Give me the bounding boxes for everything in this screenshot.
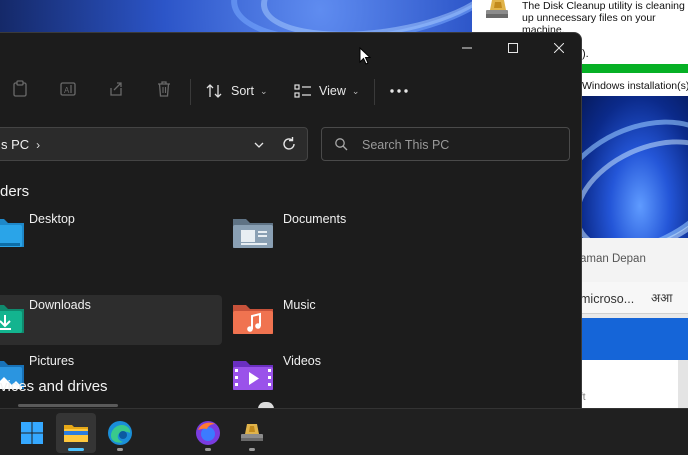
folder-videos[interactable]: Videos — [232, 351, 464, 401]
more-options-button[interactable] — [389, 79, 409, 103]
folder-label: Pictures — [29, 354, 75, 368]
folder-label: Desktop — [29, 212, 75, 226]
browser-banner — [580, 318, 688, 360]
taskbar — [0, 408, 688, 455]
browser-hero-image — [580, 96, 688, 238]
maximize-button[interactable] — [490, 33, 536, 63]
folder-label: Downloads — [29, 298, 91, 312]
folder-label: Documents — [283, 212, 347, 226]
minimize-button[interactable] — [444, 33, 490, 63]
cleanup-status-text: Windows installation(s) — [582, 80, 688, 92]
edge-icon — [108, 421, 132, 445]
minimize-icon — [462, 47, 472, 49]
maximize-icon — [508, 43, 518, 53]
taskbar-edge[interactable] — [100, 413, 140, 453]
cleanup-progress-bar — [582, 64, 688, 73]
folder-music[interactable]: Music — [232, 295, 464, 345]
start-button[interactable] — [12, 413, 52, 453]
close-button[interactable] — [536, 33, 581, 63]
running-app-indicator — [205, 448, 211, 451]
breadcrumb-this-pc[interactable]: s PC — [1, 137, 29, 152]
file-explorer-icon — [64, 425, 88, 442]
rename-icon: A — [60, 82, 76, 96]
toolbar-divider — [374, 79, 375, 105]
browser-address-text[interactable]: microso... — [580, 292, 634, 306]
trash-icon — [158, 81, 170, 97]
folders-section-heading: ders — [0, 183, 30, 200]
search-icon — [335, 138, 348, 151]
file-explorer-window: A Sort ⌄ View ⌄ s PC › ders — [0, 32, 582, 408]
more-icon — [390, 89, 408, 93]
folder-desktop[interactable]: Desktop — [0, 209, 222, 259]
view-button[interactable]: View ⌄ — [294, 79, 359, 103]
address-bar[interactable]: s PC › — [0, 127, 308, 161]
taskbar-firefox[interactable] — [188, 413, 228, 453]
cleanup-text-fragment: ). — [582, 48, 589, 60]
sort-icon — [206, 84, 222, 98]
toolbar-divider — [190, 79, 191, 105]
browser-content — [580, 360, 688, 408]
disk-cleanup-icon — [486, 0, 508, 18]
chevron-right-icon[interactable]: › — [36, 138, 40, 152]
devices-section-heading: vices and drives — [0, 378, 108, 395]
cleanup-message: The Disk Cleanup utility is cleaning up … — [522, 0, 685, 36]
read-aloud-icon[interactable]: अआ — [651, 289, 672, 306]
active-app-indicator — [68, 448, 84, 451]
view-label: View — [319, 84, 346, 98]
disk-cleanup-icon — [241, 424, 263, 441]
documents-folder-icon — [233, 219, 273, 248]
running-app-indicator — [117, 448, 123, 451]
sort-button[interactable]: Sort ⌄ — [206, 79, 267, 103]
browser-tab-label[interactable]: aman Depan — [580, 253, 646, 265]
taskbar-empty-slot[interactable] — [144, 413, 184, 453]
paste-button[interactable] — [10, 79, 30, 99]
taskbar-file-explorer[interactable] — [56, 413, 96, 453]
share-icon — [110, 82, 122, 96]
music-folder-icon — [233, 305, 273, 334]
paste-icon — [13, 80, 27, 97]
desktop-folder-icon — [0, 219, 24, 247]
close-icon — [554, 43, 564, 53]
view-icon — [294, 84, 311, 98]
chevron-down-icon: ⌄ — [351, 85, 360, 96]
firefox-icon — [196, 421, 220, 445]
delete-button[interactable] — [154, 79, 174, 99]
videos-folder-icon — [233, 361, 273, 390]
downloads-folder-icon — [0, 305, 24, 333]
chevron-down-icon[interactable] — [253, 139, 265, 151]
mouse-pointer-icon — [359, 47, 371, 65]
search-input[interactable] — [362, 136, 562, 154]
chevron-down-icon: ⌄ — [259, 85, 268, 96]
drive-item-partial[interactable] — [18, 404, 118, 407]
taskbar-disk-cleanup[interactable] — [232, 413, 272, 453]
windows-logo-icon — [21, 422, 43, 444]
folder-label: Videos — [283, 354, 321, 368]
share-button[interactable] — [106, 79, 126, 99]
folder-documents[interactable]: Documents — [232, 209, 464, 259]
refresh-icon[interactable] — [281, 136, 297, 152]
running-app-indicator — [249, 448, 255, 451]
folder-downloads[interactable]: Downloads — [0, 295, 222, 345]
browser-scrollbar[interactable] — [678, 360, 688, 408]
breadcrumb[interactable]: s PC › — [1, 137, 40, 152]
svg-text:A: A — [64, 86, 70, 95]
browser-window: aman Depan microso... अआ ft — [580, 96, 688, 408]
search-box[interactable] — [321, 127, 570, 161]
sort-label: Sort — [231, 84, 254, 98]
rename-button[interactable]: A — [58, 79, 78, 99]
folder-label: Music — [283, 298, 316, 312]
